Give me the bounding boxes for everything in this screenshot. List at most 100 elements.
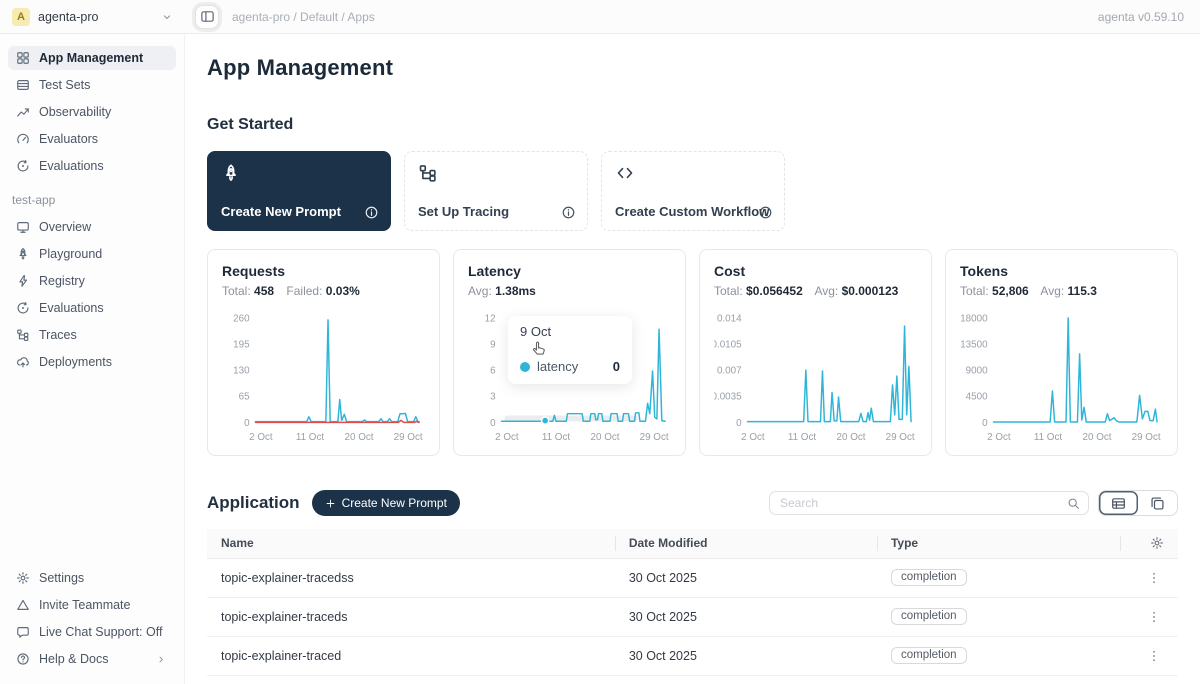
column-header-type[interactable]: Type bbox=[877, 529, 1120, 558]
table-row[interactable]: topic-explainer-tracedss 30 Oct 2025 com… bbox=[207, 558, 1178, 597]
sidebar-item-playground[interactable]: Playground bbox=[8, 242, 176, 266]
svg-text:0: 0 bbox=[490, 418, 496, 429]
requests-chart[interactable]: 0651301952602 Oct11 Oct20 Oct29 Oct bbox=[222, 306, 425, 454]
application-title: Application bbox=[207, 493, 300, 513]
stat-value: 115.3 bbox=[1068, 284, 1097, 298]
chevron-down-icon bbox=[161, 11, 173, 23]
sidebar-item-overview[interactable]: Overview bbox=[8, 215, 176, 239]
stat-value: 0.03% bbox=[326, 284, 360, 298]
sidebar-item-test-sets[interactable]: Test Sets bbox=[8, 73, 176, 97]
card-label: Set Up Tracing bbox=[418, 204, 509, 219]
tokens-chart-card: Tokens Total: 52,806 Avg: 115.3 04500900… bbox=[945, 249, 1178, 456]
evaluations-icon bbox=[16, 301, 30, 315]
chat-icon bbox=[16, 625, 30, 639]
latency-chart-card: Latency Avg: 1.38ms 0369122 Oct11 Oct20 … bbox=[453, 249, 686, 456]
column-header-date-modified[interactable]: Date Modified bbox=[615, 529, 877, 558]
svg-text:0.007: 0.007 bbox=[717, 366, 742, 377]
sidebar-item-live-chat-support[interactable]: Live Chat Support: Off bbox=[8, 620, 176, 644]
chart-svg: 0651301952602 Oct11 Oct20 Oct29 Oct bbox=[222, 306, 423, 454]
breadcrumb[interactable]: agenta-pro / Default / Apps bbox=[232, 10, 375, 24]
row-menu-button[interactable] bbox=[1144, 646, 1164, 666]
sidebar-item-registry[interactable]: Registry bbox=[8, 269, 176, 293]
svg-text:29 Oct: 29 Oct bbox=[394, 432, 423, 443]
stat-label: Avg: bbox=[468, 284, 492, 298]
app-name[interactable]: topic-explainer-traceds bbox=[207, 597, 615, 636]
table-view-button[interactable] bbox=[1099, 491, 1138, 515]
svg-text:20 Oct: 20 Oct bbox=[1083, 432, 1112, 443]
gear-icon bbox=[1150, 536, 1164, 550]
chart-svg: 04500900013500180002 Oct11 Oct20 Oct29 O… bbox=[960, 306, 1161, 454]
chart-stats: Total: 52,806 Avg: 115.3 bbox=[960, 284, 1163, 298]
test-sets-icon bbox=[16, 78, 30, 92]
tooltip-value: 0 bbox=[613, 359, 620, 374]
sidebar-item-app-evaluations[interactable]: Evaluations bbox=[8, 296, 176, 320]
sidebar-item-label: Test Sets bbox=[39, 78, 90, 92]
card-label: Create Custom Workflow bbox=[615, 204, 769, 219]
traces-icon bbox=[16, 328, 30, 342]
sidebar-item-evaluators[interactable]: Evaluators bbox=[8, 127, 176, 151]
app-name[interactable]: career-assessment bbox=[207, 675, 615, 684]
app-name[interactable]: topic-explainer-tracedss bbox=[207, 558, 615, 597]
workspace-selector[interactable]: A agenta-pro bbox=[0, 8, 185, 26]
table-row[interactable]: career-assessment 27 Oct 2025 completion bbox=[207, 675, 1178, 684]
app-date: 27 Oct 2025 bbox=[615, 675, 877, 684]
column-header-settings bbox=[1120, 529, 1178, 558]
stat-value: $0.056452 bbox=[746, 284, 803, 298]
get-started-title: Get Started bbox=[207, 116, 1178, 134]
stat-value: $0.000123 bbox=[842, 284, 899, 298]
sidebar-item-deployments[interactable]: Deployments bbox=[8, 350, 176, 374]
app-version: agenta v0.59.10 bbox=[1098, 10, 1184, 24]
dots-vertical-icon bbox=[1147, 610, 1161, 624]
gear-icon bbox=[16, 571, 30, 585]
search-icon[interactable] bbox=[1067, 497, 1080, 510]
info-icon[interactable] bbox=[364, 205, 379, 220]
svg-text:13500: 13500 bbox=[960, 339, 988, 350]
svg-text:0.0105: 0.0105 bbox=[714, 339, 742, 350]
table-view-icon bbox=[1111, 496, 1126, 511]
chart-svg: 00.00350.0070.01050.0142 Oct11 Oct20 Oct… bbox=[714, 306, 915, 454]
type-badge: completion bbox=[891, 647, 967, 664]
cost-chart[interactable]: 00.00350.0070.01050.0142 Oct11 Oct20 Oct… bbox=[714, 306, 917, 454]
set-up-tracing-card[interactable]: Set Up Tracing bbox=[404, 151, 588, 231]
sidebar-item-evaluations[interactable]: Evaluations bbox=[8, 154, 176, 178]
table-row[interactable]: topic-explainer-traceds 30 Oct 2025 comp… bbox=[207, 597, 1178, 636]
stat-label: Total: bbox=[222, 284, 251, 298]
create-new-prompt-button[interactable]: Create New Prompt bbox=[312, 490, 460, 516]
info-icon[interactable] bbox=[758, 205, 773, 220]
svg-text:130: 130 bbox=[233, 366, 250, 377]
search-input[interactable] bbox=[770, 496, 1088, 510]
sidebar-item-settings[interactable]: Settings bbox=[8, 566, 176, 590]
evaluations-icon bbox=[16, 159, 30, 173]
row-menu-button[interactable] bbox=[1144, 607, 1164, 627]
info-icon[interactable] bbox=[561, 205, 576, 220]
sidebar-item-label: Invite Teammate bbox=[39, 598, 130, 612]
table-settings-button[interactable] bbox=[1134, 536, 1164, 550]
sidebar-item-invite-teammate[interactable]: Invite Teammate bbox=[8, 593, 176, 617]
sidebar-item-traces[interactable]: Traces bbox=[8, 323, 176, 347]
stat-label: Avg: bbox=[814, 284, 838, 298]
gauge-icon bbox=[16, 132, 30, 146]
row-menu-button[interactable] bbox=[1144, 568, 1164, 588]
tokens-chart[interactable]: 04500900013500180002 Oct11 Oct20 Oct29 O… bbox=[960, 306, 1163, 454]
card-view-button[interactable] bbox=[1138, 491, 1177, 515]
app-name[interactable]: topic-explainer-traced bbox=[207, 636, 615, 675]
main-content: App Management Get Started Create New Pr… bbox=[185, 34, 1200, 684]
sidebar-section-test-app: test-app bbox=[12, 193, 172, 207]
sidebar-toggle-button[interactable] bbox=[195, 5, 219, 29]
create-new-prompt-card[interactable]: Create New Prompt bbox=[207, 151, 391, 231]
sidebar-item-label: Overview bbox=[39, 220, 91, 234]
svg-text:4500: 4500 bbox=[966, 392, 988, 403]
column-header-name[interactable]: Name bbox=[207, 529, 615, 558]
table-row[interactable]: topic-explainer-traced 30 Oct 2025 compl… bbox=[207, 636, 1178, 675]
sidebar-item-label: Live Chat Support: Off bbox=[39, 625, 162, 639]
tooltip-row: latency 0 bbox=[520, 359, 620, 374]
sidebar-item-app-management[interactable]: App Management bbox=[8, 46, 176, 70]
svg-text:195: 195 bbox=[233, 339, 250, 350]
sidebar-item-observability[interactable]: Observability bbox=[8, 100, 176, 124]
rocket-icon bbox=[221, 163, 241, 183]
create-custom-workflow-card[interactable]: Create Custom Workflow bbox=[601, 151, 785, 231]
tooltip-date: 9 Oct bbox=[520, 324, 620, 339]
svg-text:2 Oct: 2 Oct bbox=[741, 432, 765, 443]
type-badge: completion bbox=[891, 569, 967, 586]
sidebar-item-help-docs[interactable]: Help & Docs bbox=[8, 647, 176, 671]
